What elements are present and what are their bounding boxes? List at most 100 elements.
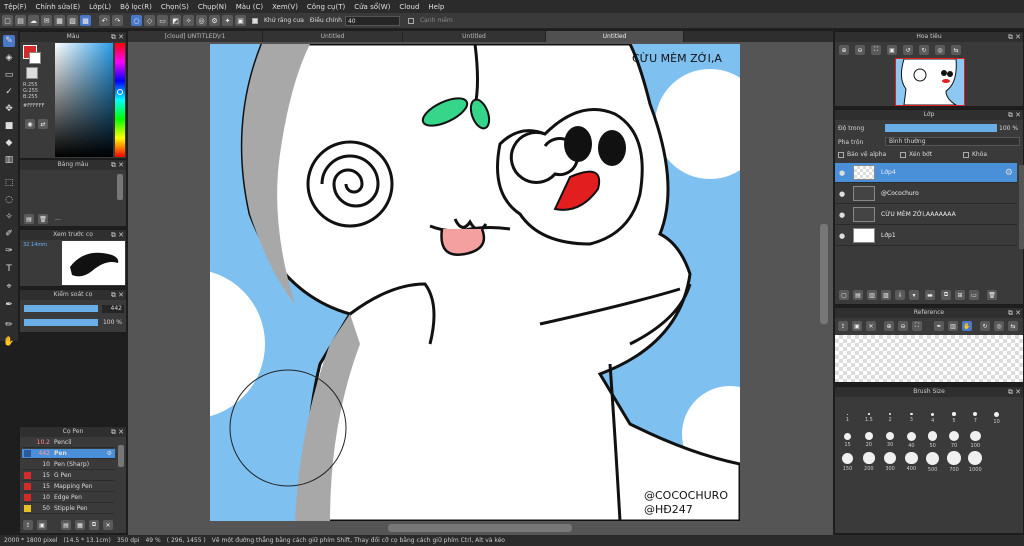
layer-duplicate-icon[interactable]: ⧉ — [941, 290, 951, 300]
panel-close-icon[interactable]: ⧉ ✕ — [111, 230, 124, 240]
brush-size-option[interactable]: 3 — [901, 407, 922, 423]
layer-opacity-slider[interactable] — [885, 124, 997, 132]
polygon-select-icon[interactable]: ◇ — [144, 15, 155, 26]
brush-delete-icon[interactable]: ✕ — [103, 520, 113, 530]
gradient-tool-icon[interactable]: ▥ — [3, 154, 15, 166]
select-tool-icon[interactable]: ⬚ — [3, 177, 15, 189]
brush-size-option[interactable]: 50 — [922, 429, 943, 449]
flip-icon[interactable]: ⇆ — [951, 45, 961, 55]
menu-view[interactable]: Xem(V) — [272, 3, 298, 11]
canvas-hscrollbar[interactable] — [388, 524, 572, 532]
delete-palette-icon[interactable]: 🗑 — [38, 214, 48, 224]
panel-close-icon[interactable]: ⧉ ✕ — [111, 32, 124, 42]
brush-size-option[interactable]: 500 — [922, 451, 943, 473]
ref-zoom-in-icon[interactable]: ⊕ — [884, 321, 894, 331]
lasso-select-icon[interactable]: ○ — [131, 15, 142, 26]
select-clear-icon[interactable]: ▣ — [235, 15, 246, 26]
snap-icon[interactable]: ▧ — [67, 15, 78, 26]
bucket-tool-icon[interactable]: ◆ — [3, 137, 15, 149]
select-transform-icon[interactable]: ✦ — [222, 15, 233, 26]
brush-size-option[interactable]: 5 — [944, 407, 965, 424]
visibility-icon[interactable]: ● — [837, 232, 847, 240]
menu-file[interactable]: Tệp(F) — [4, 3, 27, 11]
brush-size-option[interactable]: 1 — [837, 407, 858, 423]
layer-settings-icon[interactable]: ⚙ — [1005, 168, 1013, 178]
ref-folder-icon[interactable]: ▣ — [852, 321, 862, 331]
brush-size-option[interactable]: 150 — [837, 451, 858, 472]
ref-reset-icon[interactable]: ◎ — [994, 321, 1004, 331]
hue-handle[interactable] — [117, 89, 123, 95]
fit-icon[interactable]: ⛶ — [871, 45, 881, 55]
ref-snap-icon[interactable]: ▥ — [948, 321, 958, 331]
tab-untitled-3[interactable]: Untitled — [403, 31, 546, 42]
menu-select[interactable]: Chọn(S) — [161, 3, 189, 11]
tab-cloud-untitled[interactable]: [cloud] UNTITLED\r1 — [128, 31, 263, 42]
grid-icon[interactable]: ▦ — [54, 15, 65, 26]
hand-tool-icon[interactable]: ✋ — [3, 336, 15, 348]
ref-zoom-out-icon[interactable]: ⊖ — [898, 321, 908, 331]
divide-tool-icon[interactable]: ⌖ — [3, 281, 15, 293]
select-pen-tool-icon[interactable]: ✐ — [3, 228, 15, 240]
brush-folder-icon[interactable]: ▣ — [37, 520, 47, 530]
brush-item-stipple-pen[interactable]: 50 Stipple Pen — [22, 504, 115, 514]
new-layer-2-icon[interactable]: ▤ — [853, 290, 863, 300]
brush-list-scrollbar[interactable] — [118, 445, 124, 467]
brush-size-option[interactable]: 30 — [880, 429, 901, 448]
eyedropper2-tool-icon[interactable]: ✏ — [3, 319, 15, 331]
zoom-in-icon[interactable]: ⊕ — [839, 45, 849, 55]
menu-edit[interactable]: Chỉnh sửa(E) — [36, 3, 81, 11]
hue-slider[interactable] — [115, 43, 125, 157]
image-layer-icon[interactable]: ▨ — [881, 290, 891, 300]
protect-alpha-checkbox[interactable] — [838, 151, 844, 158]
brush-size-option[interactable]: 20 — [858, 429, 879, 448]
brush-copy-icon[interactable]: ⧉ — [89, 520, 99, 530]
brush-tool-icon[interactable]: ✎ — [3, 35, 15, 47]
brush-add-icon[interactable]: ▤ — [61, 520, 71, 530]
panel-close-icon[interactable]: ⧉ ✕ — [1008, 387, 1021, 397]
brush-size-option[interactable]: 10 — [986, 407, 1007, 425]
layer-delete-icon[interactable]: 🗑 — [987, 290, 997, 300]
antialias-checkbox[interactable] — [252, 17, 258, 24]
menu-window[interactable]: Cửa sổ(W) — [354, 3, 390, 11]
transparent-swatch[interactable] — [26, 67, 38, 79]
ref-fit-icon[interactable]: ⛶ — [912, 321, 922, 331]
brush-size-option[interactable]: 100 — [965, 429, 986, 449]
reset-rotate-icon[interactable]: ◎ — [935, 45, 945, 55]
ref-open-icon[interactable]: ⇪ — [838, 321, 848, 331]
layer-row-title[interactable]: ● CỪU MÈM ZỚI,AAAAAAA — [835, 205, 1017, 225]
rect-tool-icon[interactable]: ▭ — [3, 69, 15, 81]
actual-size-icon[interactable]: ▣ — [887, 45, 897, 55]
lock-checkbox[interactable] — [963, 151, 969, 158]
color-picker-square[interactable] — [55, 43, 113, 157]
visibility-icon[interactable]: ● — [837, 211, 847, 219]
open-icon[interactable]: ▤ — [15, 15, 26, 26]
menu-help[interactable]: Help — [428, 3, 444, 11]
select-settings-icon[interactable]: ⚙ — [209, 15, 220, 26]
move-tool-icon[interactable]: ✥ — [3, 103, 15, 115]
menu-filter[interactable]: Bộ lọc(R) — [120, 3, 152, 11]
canvas-vscrollbar[interactable] — [820, 224, 828, 324]
brush-upload-icon[interactable]: ⇪ — [23, 520, 33, 530]
menu-layer[interactable]: Lớp(L) — [89, 3, 111, 11]
reference-canvas[interactable] — [835, 335, 1023, 382]
lasso-tool-icon[interactable]: ◌ — [3, 194, 15, 206]
rect-select-icon[interactable]: ▭ — [157, 15, 168, 26]
brush-size-option[interactable]: 15 — [837, 429, 858, 448]
brush-opacity-slider[interactable] — [24, 319, 98, 326]
brush-settings-icon[interactable]: ⚙ — [107, 450, 112, 457]
undo-icon[interactable]: ↶ — [99, 15, 110, 26]
brush-size-option[interactable]: 1.5 — [858, 407, 879, 423]
check-tool-icon[interactable]: ✓ — [3, 86, 15, 98]
rotate-right-icon[interactable]: ↻ — [919, 45, 929, 55]
clipping-checkbox[interactable] — [900, 151, 906, 158]
layer-merge-icon[interactable]: ⊞ — [955, 290, 965, 300]
swap-icon[interactable]: ⇄ — [38, 119, 48, 129]
layer-scrollbar[interactable] — [1019, 165, 1024, 249]
magic-wand-tool-icon[interactable]: ✧ — [3, 211, 15, 223]
ref-close-icon[interactable]: ✕ — [866, 321, 876, 331]
tab-untitled-2[interactable]: Untitled — [263, 31, 403, 42]
panel-close-icon[interactable]: ⧉ ✕ — [111, 160, 124, 170]
brush-item-pen[interactable]: 442 Pen ⚙ — [22, 449, 115, 459]
menu-cloud[interactable]: Cloud — [399, 3, 419, 11]
zoom-out-icon[interactable]: ⊖ — [855, 45, 865, 55]
